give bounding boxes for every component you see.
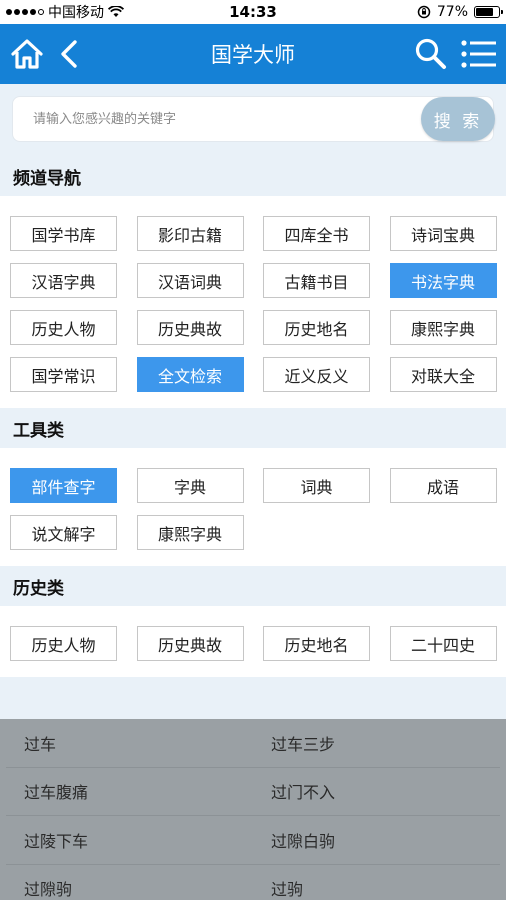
suggestion-item[interactable]: 过陵下车 [6,816,253,864]
nav-tag[interactable]: 康熙字典 [136,515,244,550]
suggestion-row: 过隙驹 过驹 [6,865,500,900]
nav-tag[interactable]: 历史地名 [263,310,370,345]
search-input[interactable] [13,97,421,141]
nav-tag[interactable]: 古籍书目 [263,263,370,298]
rotation-lock-icon [417,5,431,19]
section-channel-nav: 频道导航 国学书库 影印古籍 四库全书 诗词宝典汉语字典 汉语词典 古籍书目 书法字典历史人… [0,156,506,408]
menu-icon [461,40,496,68]
back-button[interactable] [48,33,90,75]
search-button[interactable] [410,33,452,75]
section-tools: 工具类 部件查字 字典 词典 成语说文解字 康熙字典 [0,408,506,566]
suggestion-row: 过陵下车 过隙白驹 [6,816,500,865]
status-bar: 中国移动 14:33 77% [0,0,506,24]
home-icon [11,39,43,69]
history-grid: 历史人物 历史典故 历史地名 二十四史 [10,626,497,661]
section-body: 国学书库 影印古籍 四库全书 诗词宝典汉语字典 汉语词典 古籍书目 书法字典历史人物 历史典故… [0,196,506,408]
section-title: 频道导航 [0,156,506,196]
nav-tag[interactable]: 书法字典 [389,263,497,298]
nav-tag[interactable]: 诗词宝典 [389,216,497,251]
nav-tag[interactable]: 历史典故 [136,310,244,345]
section-title: 历史类 [0,566,506,606]
nav-tag[interactable]: 成语 [389,468,497,503]
menu-button[interactable] [458,33,500,75]
header-actions [410,33,500,75]
nav-tag[interactable]: 部件查字 [10,468,117,503]
nav-tag[interactable]: 字典 [136,468,244,503]
suggestion-item[interactable]: 过车三步 [253,719,500,767]
home-button[interactable] [6,33,48,75]
nav-tag[interactable]: 历史人物 [10,310,117,345]
nav-tag[interactable]: 汉语词典 [136,263,244,298]
section-title: 工具类 [0,408,506,448]
section-history: 历史类 历史人物 历史典故 历史地名 二十四史 [0,566,506,677]
battery-fill [476,8,493,16]
nav-tag[interactable]: 康熙字典 [389,310,497,345]
nav-tag[interactable]: 对联大全 [389,357,497,392]
suggestion-item[interactable]: 过车腹痛 [6,768,253,816]
status-left: 中国移动 [6,2,124,22]
suggestion-item[interactable]: 过车 [6,719,253,767]
carrier-name: 中国移动 [48,5,104,21]
section-body: 历史人物 历史典故 历史地名 二十四史 [0,606,506,677]
section-body: 部件查字 字典 词典 成语说文解字 康熙字典 [0,448,506,566]
chevron-left-icon [61,40,77,68]
suggestion-row: 过车 过车三步 [6,719,500,768]
nav-tag[interactable]: 四库全书 [263,216,370,251]
tools-grid: 部件查字 字典 词典 成语说文解字 康熙字典 [10,468,497,550]
signal-strength-icon [6,9,44,15]
suggestion-dropdown: 过车 过车三步 过车腹痛 过门不入 过陵下车 过隙白驹 过隙驹 过驹 [0,719,506,900]
channel-nav-grid: 国学书库 影印古籍 四库全书 诗词宝典汉语字典 汉语词典 古籍书目 书法字典历史人物 历史典故… [10,216,497,392]
nav-tag[interactable]: 历史人物 [10,626,117,661]
nav-tag[interactable]: 国学书库 [10,216,117,251]
app-header: 国学大师 [0,24,506,84]
suggestion-item[interactable]: 过隙白驹 [253,816,500,864]
nav-tag[interactable]: 历史地名 [263,626,370,661]
nav-tag[interactable]: 词典 [263,468,370,503]
suggestion-item[interactable]: 过驹 [253,865,500,900]
battery-icon [474,6,503,18]
nav-tag[interactable]: 汉语字典 [10,263,117,298]
nav-tag[interactable]: 全文检索 [136,357,244,392]
status-right: 77% [417,4,503,20]
nav-tag[interactable]: 影印古籍 [136,216,244,251]
suggestion-row: 过车腹痛 过门不入 [6,768,500,816]
nav-tag[interactable]: 国学常识 [10,357,117,392]
battery-percent: 77% [436,4,468,20]
nav-tag[interactable]: 近义反义 [263,357,370,392]
search-icon [415,38,446,69]
search-submit-button[interactable]: 搜 索 [421,97,495,141]
wifi-icon [108,6,124,17]
suggestion-item[interactable]: 过门不入 [253,768,500,816]
search-area: 搜 索 [0,84,506,156]
suggestion-item[interactable]: 过隙驹 [6,865,253,900]
search-box: 搜 索 [12,96,495,142]
nav-tag[interactable]: 二十四史 [389,626,497,661]
nav-tag[interactable]: 说文解字 [10,515,117,550]
nav-tag[interactable]: 历史典故 [136,626,244,661]
